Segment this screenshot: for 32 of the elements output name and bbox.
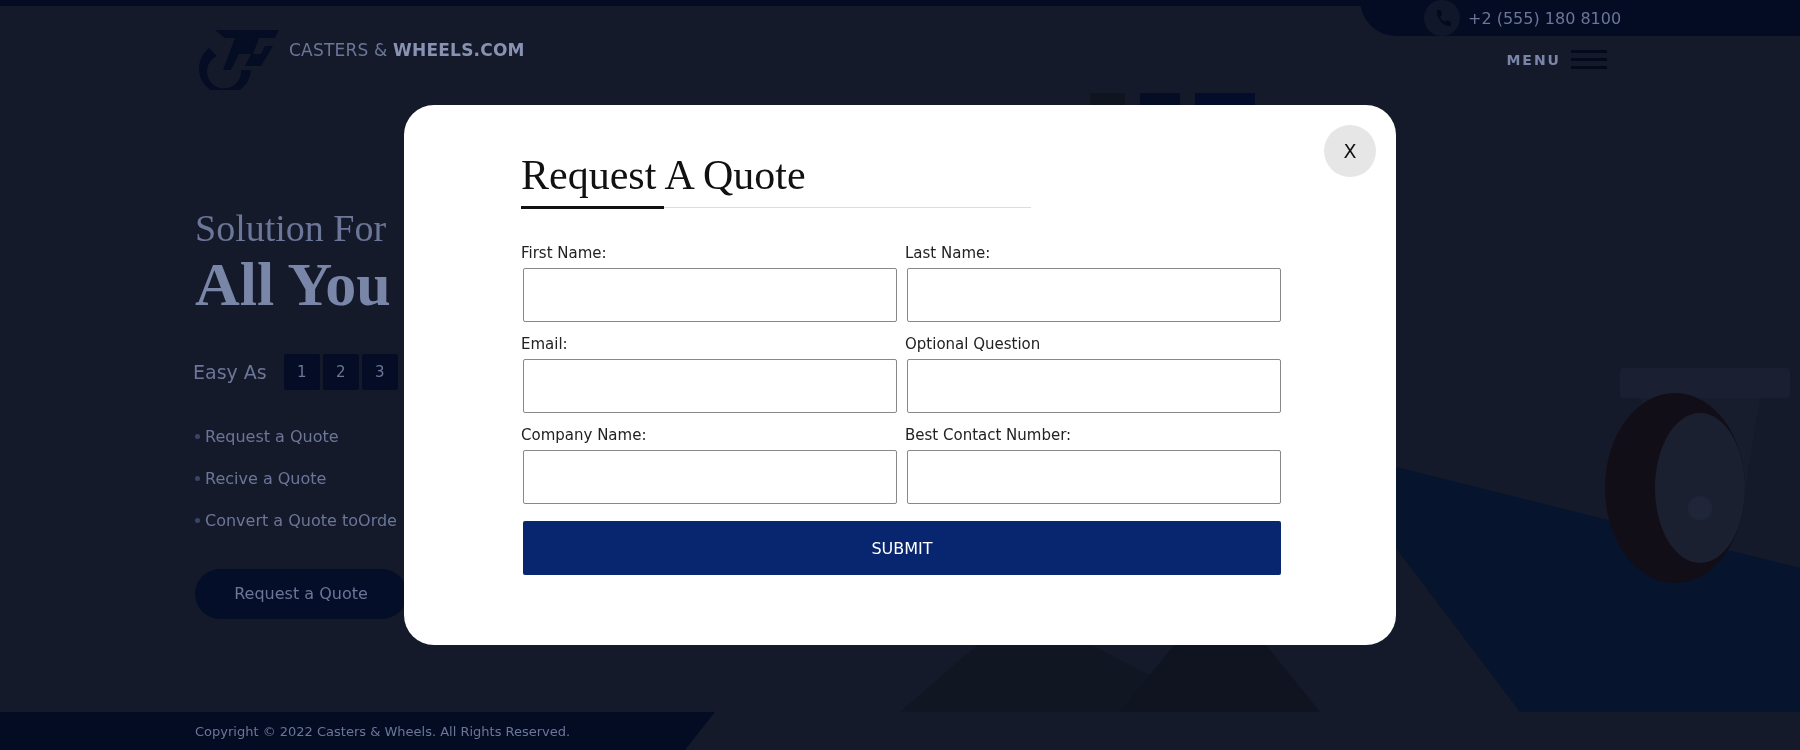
hero-headline: All You <box>195 249 391 318</box>
bullet-dot <box>195 518 200 523</box>
phone-number[interactable]: +2 (555) 180 8100 <box>1468 8 1622 28</box>
step-badge: 1 <box>283 354 320 390</box>
menu-button[interactable]: MENU <box>1506 50 1607 70</box>
input-field[interactable] <box>523 450 897 505</box>
steps-label: Easy As <box>193 361 267 383</box>
input-field[interactable] <box>523 268 897 323</box>
submit-button[interactable]: SUBMIT <box>523 521 1281 576</box>
field-label: Email: <box>521 335 569 354</box>
modal-title: Request A Quote <box>521 151 807 200</box>
bullet-dot <box>195 476 200 481</box>
input-field[interactable] <box>907 450 1281 505</box>
field-label: Last Name: <box>905 244 992 263</box>
step-badge: 2 <box>322 354 359 390</box>
bullet-text: Recive a Quote <box>205 469 327 488</box>
step-badge: 3 <box>361 354 398 390</box>
logo-text[interactable]: CASTERS & WHEELS.COM <box>289 40 525 60</box>
input-field[interactable] <box>523 359 897 414</box>
hero-kicker: Solution For <box>195 208 387 250</box>
request-quote-button[interactable]: Request a Quote <box>195 569 407 619</box>
bullet-text: Convert a Quote toOrde <box>205 511 397 530</box>
copyright-text: Copyright © 2022 Casters & Wheels. All Rights Reserved. <box>195 723 571 739</box>
bullet-text: Request a Quote <box>205 427 339 446</box>
field-label: Company Name: <box>521 426 648 445</box>
field-label: Optional Question <box>905 335 1042 354</box>
input-field[interactable] <box>907 268 1281 323</box>
bullet-dot <box>195 434 200 439</box>
field-label: First Name: <box>521 244 608 263</box>
input-field[interactable] <box>907 359 1281 414</box>
field-label: Best Contact Number: <box>905 426 1073 445</box>
close-button[interactable]: X <box>1324 125 1376 177</box>
